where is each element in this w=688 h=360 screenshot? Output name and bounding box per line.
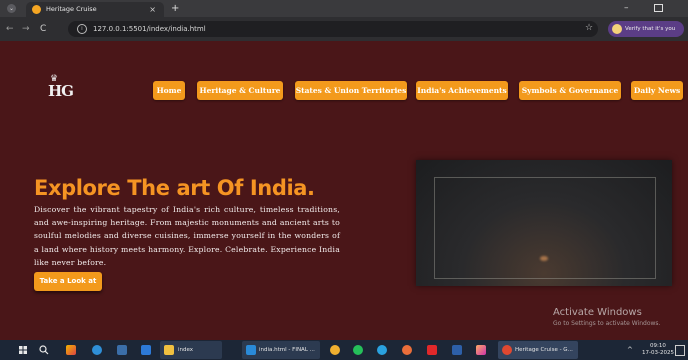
activate-windows-watermark: Activate Windows Go to Settings to activ… (553, 307, 660, 328)
new-tab-button[interactable]: + (171, 2, 179, 15)
taskbar-label-index: index (178, 347, 194, 353)
bookmark-star-icon[interactable]: ☆ (585, 22, 593, 35)
verify-label: Verify that it's you (625, 26, 676, 32)
nav-india-achievements[interactable]: India's Achievements (416, 81, 508, 100)
hero-description: Discover the vibrant tapestry of India's… (34, 205, 340, 267)
widgets-icon[interactable] (66, 345, 76, 355)
windows-start-icon[interactable] (19, 346, 27, 354)
reload-icon[interactable]: C (40, 23, 46, 35)
nav-symbols-governance[interactable]: Symbols & Governance (519, 81, 621, 100)
tray-chevron-icon[interactable]: ^ (627, 344, 633, 356)
maximize-button[interactable] (654, 4, 663, 12)
nav-home[interactable]: Home (153, 81, 185, 100)
nav-daily-news[interactable]: Daily News (631, 81, 683, 100)
hero-title: Explore The art Of India. (34, 176, 315, 200)
outlook-icon[interactable] (141, 345, 151, 355)
whatsapp-icon[interactable] (353, 345, 363, 355)
browser-toolbar: ← → C i 127.0.0.1:5501/index/india.html … (0, 17, 688, 41)
url-text[interactable]: 127.0.0.1:5501/index/india.html (93, 21, 206, 37)
windows-taskbar: index india.html - FINAL ... Heritage Cr… (0, 340, 688, 360)
take-a-look-button[interactable]: Take a Look at (34, 272, 102, 291)
clock-date: 17-03-2025 (642, 350, 674, 356)
tab-heritage-cruise[interactable]: Heritage Cruise × (26, 2, 164, 17)
back-icon[interactable]: ← (6, 23, 14, 35)
image-frame (434, 177, 656, 279)
app-icon[interactable] (402, 345, 412, 355)
youtube-icon[interactable] (427, 345, 437, 355)
store-icon[interactable] (117, 345, 127, 355)
search-icon[interactable] (39, 345, 49, 355)
terminal-icon[interactable] (452, 345, 462, 355)
main-nav: Home Heritage & Culture States & Union T… (0, 81, 688, 101)
taskbar-label-heritage-cruise: Heritage Cruise - G... (515, 347, 573, 353)
clock-time: 09:10 (650, 343, 666, 349)
address-bar[interactable]: i 127.0.0.1:5501/index/india.html (68, 21, 598, 37)
folder-icon (164, 345, 174, 355)
tab-search-icon[interactable]: ⌄ (7, 4, 16, 13)
sunset-glow (540, 256, 548, 261)
close-tab-icon[interactable]: × (149, 4, 156, 15)
minimize-button[interactable]: – (624, 2, 629, 14)
site-info-icon[interactable]: i (77, 24, 87, 34)
favicon-icon (32, 5, 41, 14)
browser-icon (502, 345, 512, 355)
hero-image (416, 160, 672, 286)
profile-avatar-icon (612, 24, 622, 34)
chrome-icon[interactable] (330, 345, 340, 355)
watermark-title: Activate Windows (553, 307, 642, 318)
edge-icon[interactable] (92, 345, 102, 355)
browser-tab-strip: ⌄ Heritage Cruise × + – (0, 0, 688, 17)
system-clock[interactable]: 09:10 17-03-2025 (642, 343, 674, 357)
vscode-icon (246, 345, 256, 355)
verify-profile-button[interactable]: Verify that it's you (608, 21, 684, 37)
notification-icon[interactable] (675, 345, 685, 356)
nav-heritage-culture[interactable]: Heritage & Culture (197, 81, 283, 100)
nav-states-union-territories[interactable]: States & Union Territories (295, 81, 407, 100)
telegram-icon[interactable] (377, 345, 387, 355)
instagram-icon[interactable] (476, 345, 486, 355)
watermark-subtitle: Go to Settings to activate Windows. (553, 320, 661, 327)
forward-icon[interactable]: → (22, 23, 30, 35)
tab-title: Heritage Cruise (46, 5, 97, 13)
taskbar-label-vscode: india.html - FINAL ... (259, 347, 315, 353)
